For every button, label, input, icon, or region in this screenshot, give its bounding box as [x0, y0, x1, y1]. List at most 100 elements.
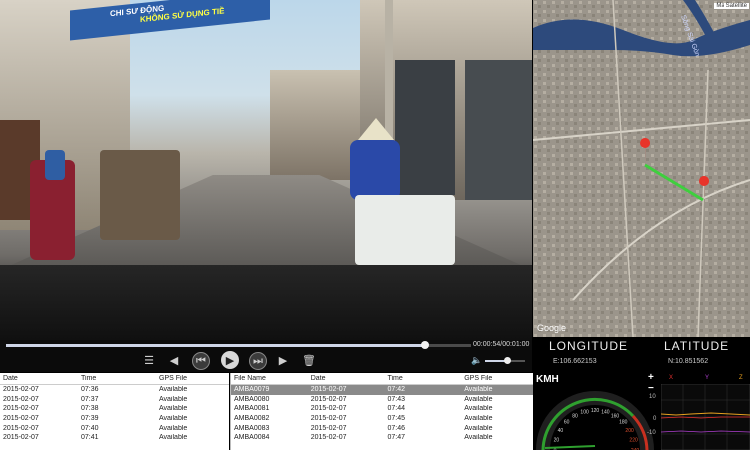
gps-cell: Available [159, 395, 188, 403]
file-row[interactable]: AMBA0079 2015-02-07 07:42 Available [231, 385, 533, 395]
seek-progress [6, 344, 425, 347]
g-sensor-panel: + − X Y Z 10 0 -10 [647, 372, 750, 450]
date-row[interactable]: 2015-02-07 07:36 Available [0, 385, 229, 395]
date-list-header: Date Time GPS File [0, 373, 229, 385]
date-cell: 2015-02-07 [3, 395, 39, 403]
latitude-label: LATITUDE [664, 339, 730, 353]
speaker-icon[interactable]: 🔈 [469, 352, 485, 368]
gps-cell: Available [464, 415, 493, 423]
gps-cell: Available [159, 386, 188, 394]
file-list: File Name Date Time GPS File AMBA0079 201… [230, 373, 533, 450]
gauge-tick-label: 120 [591, 408, 600, 414]
date-cell: 2015-02-07 [310, 424, 347, 432]
date-cell: 2015-02-07 [310, 415, 347, 423]
axis-y-label: Y [705, 375, 710, 381]
gauge-tick-label: 160 [611, 413, 620, 419]
cargo-bags [355, 195, 455, 265]
col-time: Time [387, 375, 403, 382]
col-time: Time [81, 375, 97, 382]
time-cell: 07:37 [81, 395, 99, 403]
file-name-cell: AMBA0081 [234, 405, 270, 413]
time-cell: 07:40 [81, 424, 99, 432]
time-cell: 07:41 [81, 434, 99, 442]
latitude-value: N:10.851562 [668, 358, 709, 365]
google-logo: Google [537, 323, 566, 333]
previous-icon[interactable]: ◀ [166, 352, 182, 368]
next-icon[interactable]: ▶ [275, 352, 291, 368]
file-name-cell: AMBA0084 [234, 434, 270, 442]
y-label-10: 10 [649, 394, 656, 400]
axis-z-label: Z [739, 375, 743, 381]
time-cell: 07:43 [387, 395, 405, 403]
date-row[interactable]: 2015-02-07 07:39 Available [0, 414, 229, 424]
delete-icon[interactable]: 🗑 [301, 352, 317, 368]
y-label-minus10: -10 [647, 430, 656, 436]
time-cell: 07:45 [387, 415, 405, 423]
shop-shutter-2 [465, 60, 532, 200]
time-readout: 00:00:54/00:01:00 [473, 341, 530, 348]
date-cell: 2015-02-07 [310, 405, 347, 413]
col-gps: GPS File [159, 375, 188, 382]
rewind-icon[interactable]: ⏮ [192, 352, 210, 370]
date-cell: 2015-02-07 [3, 405, 39, 413]
date-cell: 2015-02-07 [3, 415, 39, 423]
date-cell: 2015-02-07 [310, 386, 347, 394]
gps-cell: Available [159, 405, 188, 413]
file-row[interactable]: AMBA0083 2015-02-07 07:46 Available [231, 423, 533, 433]
file-row[interactable]: AMBA0081 2015-02-07 07:44 Available [231, 404, 533, 414]
rider-jacket [45, 150, 65, 180]
file-row[interactable]: AMBA0084 2015-02-07 07:47 Available [231, 433, 533, 443]
date-cell: 2015-02-07 [3, 386, 39, 394]
time-cell: 07:46 [387, 424, 405, 432]
speed-unit: KMH [536, 374, 559, 385]
zoom-out-button[interactable]: − [648, 383, 654, 394]
file-list-header: File Name Date Time GPS File [231, 373, 533, 385]
file-name-cell: AMBA0082 [234, 415, 270, 423]
g-sensor-graph [661, 384, 750, 450]
col-file-name: File Name [234, 375, 266, 382]
gauge-tick-label: 20 [554, 438, 560, 444]
date-list: Date Time GPS File 2015-02-07 07:36 Availa… [0, 373, 229, 450]
gauge-tick-label: 80 [572, 413, 578, 419]
date-row[interactable]: 2015-02-07 07:38 Available [0, 404, 229, 414]
video-frame[interactable]: CHI SƯ ĐỘNG KHÔNG SỬ DỤNG TIỀ [0, 0, 532, 340]
speed-needle [544, 445, 596, 449]
playlist-icon[interactable]: ☰ [141, 352, 157, 368]
gps-cell: Available [464, 434, 493, 442]
time-cell: 07:39 [81, 415, 99, 423]
fast-forward-icon[interactable]: ⏭ [249, 352, 267, 370]
map-canvas: Sông Sài Gòn Google [533, 0, 750, 337]
col-date: Date [3, 375, 18, 382]
file-name-cell: AMBA0079 [234, 386, 270, 394]
satellite-button[interactable]: Satellite [723, 3, 749, 9]
zoom-in-button[interactable]: + [648, 372, 654, 383]
date-row[interactable]: 2015-02-07 07:40 Available [0, 423, 229, 433]
longitude-label: LONGITUDE [549, 339, 629, 353]
volume-handle[interactable] [504, 357, 511, 364]
file-row[interactable]: AMBA0082 2015-02-07 07:45 Available [231, 414, 533, 424]
file-row[interactable]: AMBA0080 2015-02-07 07:43 Available [231, 395, 533, 405]
speedometer: 020406080100120140160180200220240 [536, 391, 654, 450]
gps-cell: Available [464, 395, 493, 403]
play-icon[interactable]: ▶ [221, 351, 239, 369]
date-row[interactable]: 2015-02-07 07:37 Available [0, 395, 229, 405]
y-label-0: 0 [653, 416, 657, 422]
date-cell: 2015-02-07 [3, 424, 39, 432]
cart [100, 150, 180, 240]
gps-cell: Available [159, 434, 188, 442]
gauge-tick-label: 200 [625, 428, 634, 434]
gps-cell: Available [159, 424, 188, 432]
date-row[interactable]: 2015-02-07 07:41 Available [0, 433, 229, 443]
speed-gauge-panel: KMH 020406080100120140160180200220240 [533, 372, 657, 450]
time-cell: 07:38 [81, 405, 99, 413]
gps-cell: Available [159, 415, 188, 423]
map-view[interactable]: Sông Sài Gòn Google Map Satellite [533, 0, 750, 337]
time-cell: 07:47 [387, 434, 405, 442]
longitude-value: E:106.662153 [553, 358, 597, 365]
time-cell: 07:42 [387, 386, 405, 394]
gauge-tick-label: 220 [629, 438, 638, 444]
seek-handle[interactable] [420, 341, 429, 349]
file-name-cell: AMBA0083 [234, 424, 270, 432]
shop-shutter [395, 60, 455, 195]
date-cell: 2015-02-07 [310, 434, 347, 442]
